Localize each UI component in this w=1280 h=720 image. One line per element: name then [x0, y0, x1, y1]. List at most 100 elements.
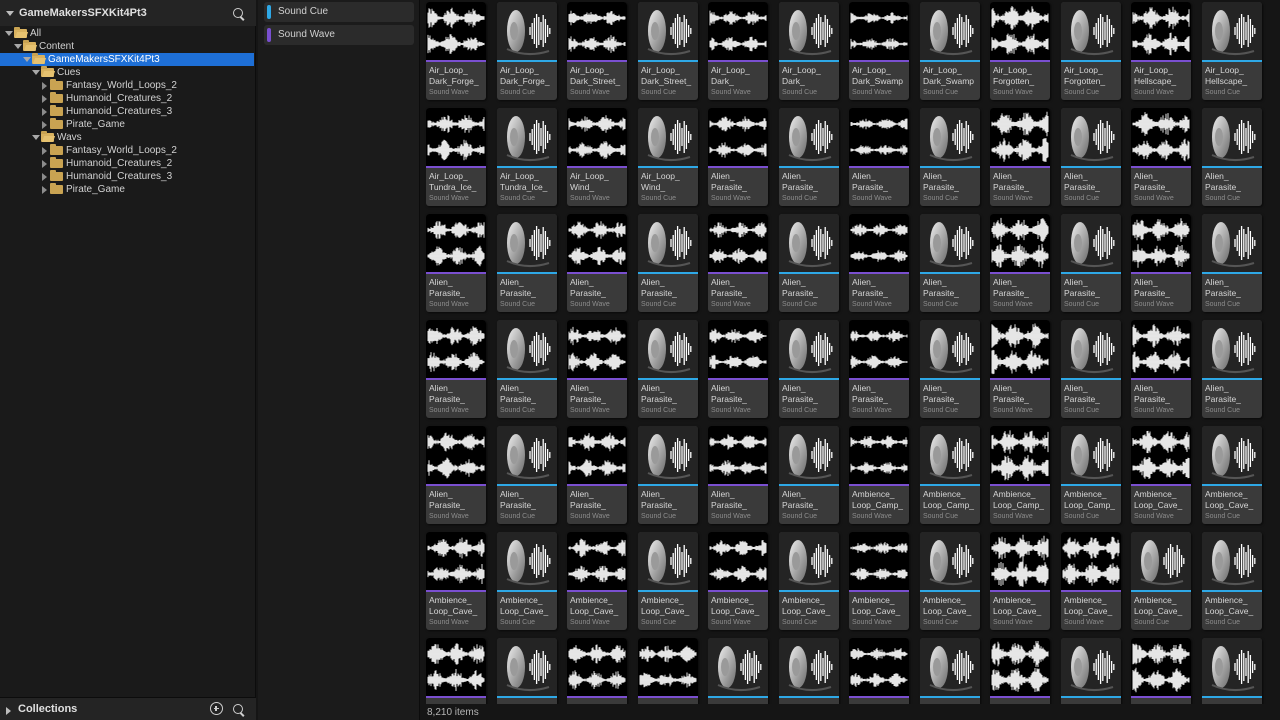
filter-sound-cue[interactable]: Sound Cue — [264, 2, 414, 22]
expanded-arrow-icon[interactable] — [5, 31, 13, 36]
asset-tile-sound-wave[interactable]: Ambience_ Loop_Cave_ Sound Wave — [1061, 532, 1121, 630]
asset-tile-sound-cue[interactable]: Alien_ Parasite_ Sound Cue — [920, 320, 980, 418]
tree-item[interactable]: GameMakersSFXKit4Pt3 — [0, 53, 254, 66]
asset-tile-sound-cue[interactable]: Air_Loop_ Wind_ Sound Cue — [638, 108, 698, 206]
tree-item[interactable]: Humanoid_Creatures_3 — [0, 105, 254, 118]
asset-tile-sound-cue[interactable]: Alien_ Parasite_ Sound Cue — [1061, 320, 1121, 418]
asset-tile-sound-wave[interactable]: Air_Loop_ Dark_Forge_ Sound Wave — [426, 2, 486, 100]
asset-tile-sound-cue[interactable]: Ambience_ Loop_Camp_ Sound Cue — [1061, 426, 1121, 524]
asset-tile-sound-cue[interactable]: Alien_ Parasite_ Sound Cue — [1061, 214, 1121, 312]
asset-tile-sound-wave[interactable]: Alien_ Parasite_ Sound Wave — [1131, 108, 1191, 206]
asset-tile-sound-cue[interactable]: Alien_ Parasite_ Sound Cue — [497, 320, 557, 418]
asset-tile-sound-wave[interactable]: Air_Loop_ Hellscape_ Sound Wave — [1131, 2, 1191, 100]
collapsed-arrow-icon[interactable] — [42, 108, 47, 116]
asset-tile-sound-cue[interactable]: Alien_ Parasite_ Sound Cue — [638, 320, 698, 418]
asset-tile-sound-wave[interactable]: Ambience_ Loop_Cave_ Sound Wave — [567, 532, 627, 630]
asset-tile-sound-cue[interactable]: Alien_ Parasite_ Sound Cue — [920, 214, 980, 312]
tree-item[interactable]: Wavs — [0, 131, 254, 144]
tree-item[interactable]: Humanoid_Creatures_2 — [0, 92, 254, 105]
asset-tile-sound-cue[interactable]: Ambience_ Loop_Cave_ Sound Cue — [1202, 426, 1262, 524]
asset-tile-sound-cue[interactable]: Alien_ Parasite_ Sound Cue — [779, 108, 839, 206]
asset-tile-sound-wave[interactable]: Alien_ Parasite_ Sound Wave — [426, 426, 486, 524]
tree-item[interactable]: Humanoid_Creatures_2 — [0, 157, 254, 170]
asset-tile-sound-wave[interactable]: Air_Loop_ Tundra_Ice_ Sound Wave — [426, 108, 486, 206]
collections-header[interactable]: Collections — [0, 697, 256, 720]
asset-tile-sound-wave[interactable]: Alien_ Parasite_ Sound Wave — [426, 320, 486, 418]
asset-tile-sound-wave[interactable]: Ambience_ Loop_Cave_ Sound Wave — [990, 532, 1050, 630]
expanded-arrow-icon[interactable] — [23, 57, 31, 62]
asset-tile-sound-wave[interactable]: Alien_ Parasite_ Sound Wave — [849, 320, 909, 418]
collapse-chevron-icon[interactable] — [6, 10, 14, 16]
sources-header[interactable]: GameMakersSFXKit4Pt3 — [0, 0, 256, 26]
asset-tile-sound-wave[interactable]: Alien_ Parasite_ Sound Wave — [567, 214, 627, 312]
expanded-arrow-icon[interactable] — [14, 44, 22, 49]
asset-tile-sound-wave[interactable]: Ambience_ Loop_Cave_ Sound Wave — [426, 532, 486, 630]
asset-tile-sound-wave[interactable]: Air_Loop_ Wind_ Sound Wave — [567, 108, 627, 206]
asset-tile-sound-wave[interactable]: Ambience_ Loop_Cave_ Sound Wave — [849, 532, 909, 630]
asset-tile-sound-cue[interactable]: Air_Loop_ Forgotten_ Sound Cue — [1061, 2, 1121, 100]
asset-tile-sound-cue[interactable]: Alien_ Parasite_ Sound Cue — [920, 108, 980, 206]
asset-tile-sound-cue[interactable]: Ambience_ Loop_Cave_ Sound Cue — [1202, 532, 1262, 630]
asset-tile-sound-cue[interactable]: Alien_ Parasite_ Sound Cue — [1202, 108, 1262, 206]
asset-tile-sound-cue[interactable]: Alien_ Parasite_ Sound Cue — [1202, 320, 1262, 418]
asset-tile-sound-cue[interactable]: Alien_ Parasite_ Sound Cue — [779, 426, 839, 524]
tree-item[interactable]: Humanoid_Creatures_3 — [0, 170, 254, 183]
tree-item[interactable]: Fantasy_World_Loops_2 — [0, 79, 254, 92]
asset-tile-sound-wave[interactable]: Ambience_ Loop_Camp_ Sound Wave — [849, 426, 909, 524]
asset-tile-sound-wave[interactable]: Alien_ Parasite_ Sound Wave — [1131, 214, 1191, 312]
asset-tile-sound-cue[interactable]: Air_Loop_ Hellscape_ Sound Cue — [1202, 2, 1262, 100]
asset-tile-sound-cue[interactable]: Ambience_ Loop_Cave_ Sound Cue — [1131, 532, 1191, 630]
asset-tile-sound-cue[interactable]: Ambience_ Loop_Cave_ Sound Cue — [638, 532, 698, 630]
asset-tile-sound-wave[interactable]: Ambience_ Loop_Cave_ Sound Wave — [1131, 426, 1191, 524]
filter-sound-wave[interactable]: Sound Wave — [264, 25, 414, 45]
tree-item[interactable]: Pirate_Game — [0, 118, 254, 131]
asset-tile-sound-wave[interactable]: Air_Loop_ Forgotten_ Sound Wave — [990, 2, 1050, 100]
asset-tile-sound-cue[interactable]: Alien_ Parasite_ Sound Cue — [1061, 108, 1121, 206]
search-collections-icon[interactable] — [232, 703, 246, 717]
collapsed-arrow-icon[interactable] — [42, 121, 47, 129]
asset-tile-sound-wave[interactable]: Alien_ Parasite_ Sound Wave — [990, 108, 1050, 206]
asset-tile-sound-cue[interactable]: Air_Loop_ Dark_ Sound Cue — [779, 2, 839, 100]
asset-tile-sound-wave[interactable]: Ambience_ Loop_Camp_ Sound Wave — [990, 426, 1050, 524]
asset-tile-sound-cue[interactable]: Ambience_ Loop_Camp_ Sound Cue — [920, 426, 980, 524]
expand-chevron-icon[interactable] — [6, 707, 11, 715]
add-collection-icon[interactable] — [210, 702, 223, 715]
asset-tile-sound-cue[interactable]: Alien_ Parasite_ Sound Cue — [1202, 214, 1262, 312]
asset-tile-sound-cue[interactable]: Alien_ Parasite_ Sound Cue — [779, 214, 839, 312]
asset-tile-sound-cue[interactable]: Air_Loop_ Dark_Swamp Sound Cue — [920, 2, 980, 100]
asset-tile-sound-wave[interactable]: Alien_ Parasite_ Sound Wave — [708, 214, 768, 312]
asset-tile-sound-cue[interactable]: Air_Loop_ Dark_Forge_ Sound Cue — [497, 2, 557, 100]
collapsed-arrow-icon[interactable] — [42, 147, 47, 155]
tree-item[interactable]: Content — [0, 40, 254, 53]
tree-item[interactable]: Fantasy_World_Loops_2 — [0, 144, 254, 157]
asset-tile-sound-wave[interactable]: Alien_ Parasite_ Sound Wave — [990, 214, 1050, 312]
asset-tile-sound-cue[interactable]: Air_Loop_ Dark_Street_ Sound Cue — [638, 2, 698, 100]
asset-tile-sound-wave[interactable]: Alien_ Parasite_ Sound Wave — [708, 426, 768, 524]
asset-tile-sound-wave[interactable]: Alien_ Parasite_ Sound Wave — [849, 108, 909, 206]
asset-tile-sound-cue[interactable]: Alien_ Parasite_ Sound Cue — [497, 426, 557, 524]
collapsed-arrow-icon[interactable] — [42, 95, 47, 103]
tree-item[interactable]: Pirate_Game — [0, 183, 254, 196]
asset-tile-sound-wave[interactable]: Alien_ Parasite_ Sound Wave — [708, 320, 768, 418]
asset-tile-sound-wave[interactable]: Ambience_ Loop_Cave_ Sound Wave — [708, 532, 768, 630]
asset-tile-sound-cue[interactable]: Alien_ Parasite_ Sound Cue — [638, 214, 698, 312]
collapsed-arrow-icon[interactable] — [42, 186, 47, 194]
asset-tile-sound-wave[interactable]: Air_Loop_ Dark_Swamp Sound Wave — [849, 2, 909, 100]
asset-tile-sound-wave[interactable]: Air_Loop_ Dark_Street_ Sound Wave — [567, 2, 627, 100]
asset-tile-sound-wave[interactable]: Alien_ Parasite_ Sound Wave — [708, 108, 768, 206]
asset-tile-sound-cue[interactable]: Ambience_ Loop_Cave_ Sound Cue — [779, 532, 839, 630]
asset-tile-sound-cue[interactable]: Alien_ Parasite_ Sound Cue — [497, 214, 557, 312]
asset-tile-sound-wave[interactable]: Alien_ Parasite_ Sound Wave — [567, 426, 627, 524]
asset-tile-sound-cue[interactable]: Air_Loop_ Tundra_Ice_ Sound Cue — [497, 108, 557, 206]
asset-tile-sound-wave[interactable]: Alien_ Parasite_ Sound Wave — [849, 214, 909, 312]
asset-tile-sound-cue[interactable]: Alien_ Parasite_ Sound Cue — [638, 426, 698, 524]
tree-item[interactable]: Cues — [0, 66, 254, 79]
asset-tile-sound-cue[interactable]: Ambience_ Loop_Cave_ Sound Cue — [497, 532, 557, 630]
asset-tile-sound-cue[interactable]: Alien_ Parasite_ Sound Cue — [779, 320, 839, 418]
asset-tile-sound-wave[interactable]: Alien_ Parasite_ Sound Wave — [990, 320, 1050, 418]
search-icon[interactable] — [232, 7, 246, 21]
asset-tile-sound-wave[interactable]: Alien_ Parasite_ Sound Wave — [567, 320, 627, 418]
expanded-arrow-icon[interactable] — [32, 135, 40, 140]
asset-tile-sound-wave[interactable]: Alien_ Parasite_ Sound Wave — [426, 214, 486, 312]
asset-tile-sound-cue[interactable]: Ambience_ Loop_Cave_ Sound Cue — [920, 532, 980, 630]
